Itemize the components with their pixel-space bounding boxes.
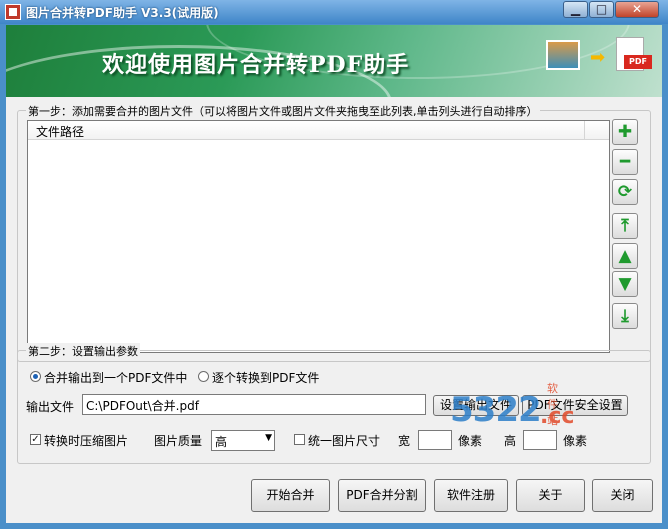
column-divider[interactable] (584, 121, 585, 139)
move-up-button[interactable]: ▲ (612, 243, 638, 269)
step1-title: 第一步：添加需要合并的图片文件（可以将图片文件或图片文件夹拖曳至此列表,单击列头… (26, 103, 540, 119)
quality-label: 图片质量 (154, 434, 203, 448)
each-radio[interactable] (198, 371, 209, 382)
height-label: 高 (504, 434, 517, 448)
watermark-site: 软件站 (547, 382, 558, 427)
title-bar[interactable]: 图片合并转PDF助手 V3.3(试用版) ▁ □ ✕ (0, 0, 668, 24)
chevron-down-icon: ▼ (265, 433, 272, 443)
width-input[interactable] (418, 430, 452, 450)
arrow-top-icon: ⤒ (621, 216, 629, 236)
minimize-button[interactable]: ▁ (563, 1, 588, 18)
add-button[interactable]: ✚ (612, 119, 638, 145)
move-down-button[interactable]: ▼ (612, 271, 638, 297)
move-top-button[interactable]: ⤒ (612, 213, 638, 239)
list-header[interactable]: 文件路径 (28, 121, 609, 140)
clear-button[interactable]: ⟳ (612, 179, 638, 205)
pdf-icon: PDF (612, 37, 652, 77)
watermark-number: 5322 (450, 390, 542, 430)
close-button[interactable]: 关闭 (592, 479, 653, 512)
quality-value: 高 (215, 435, 228, 449)
compress-checkbox[interactable]: ✓ (30, 434, 41, 445)
pdf-tag: PDF (624, 55, 652, 69)
maximize-button[interactable]: □ (589, 1, 614, 18)
output-file-input[interactable]: C:\PDFOut\合并.pdf (82, 394, 426, 415)
uniform-size-checkbox[interactable] (294, 434, 305, 445)
width-label: 宽 (398, 434, 411, 448)
uniform-size-label[interactable]: 统一图片尺寸 (308, 432, 380, 449)
refresh-icon: ⟳ (617, 182, 633, 202)
arrow-down-icon: ▼ (618, 274, 632, 294)
width-unit: 像素 (458, 434, 483, 448)
close-window-button[interactable]: ✕ (615, 1, 659, 18)
banner: 欢迎使用图片合并转PDF助手 ➡ PDF (6, 25, 662, 97)
move-bottom-button[interactable]: ⤓ (612, 303, 638, 329)
arrow-up-icon: ▲ (618, 246, 632, 266)
register-button[interactable]: 软件注册 (434, 479, 508, 512)
each-radio-label[interactable]: 逐个转换到PDF文件 (212, 369, 319, 386)
remove-button[interactable]: ━ (612, 149, 638, 175)
client-area: 欢迎使用图片合并转PDF助手 ➡ PDF 第一步：添加需要合并的图片文件（可以将… (6, 25, 662, 523)
about-button[interactable]: 关于 (516, 479, 585, 512)
merge-radio-label[interactable]: 合并输出到一个PDF文件中 (44, 369, 187, 386)
image-icon (546, 40, 580, 70)
height-unit: 像素 (563, 434, 588, 448)
output-file-label: 输出文件 (26, 400, 75, 414)
merge-radio[interactable] (30, 371, 41, 382)
plus-icon: ✚ (617, 122, 633, 142)
arrow-right-icon: ➡ (590, 47, 606, 68)
file-list[interactable]: 文件路径 (27, 120, 610, 353)
app-icon (5, 4, 21, 20)
compress-label[interactable]: 转换时压缩图片 (44, 432, 128, 449)
height-input[interactable] (523, 430, 557, 450)
banner-text: 欢迎使用图片合并转PDF助手 (102, 52, 410, 78)
window-title: 图片合并转PDF助手 V3.3(试用版) (26, 6, 219, 20)
pdf-split-button[interactable]: PDF合并分割 (338, 479, 426, 512)
app-window: 图片合并转PDF助手 V3.3(试用版) ▁ □ ✕ 欢迎使用图片合并转PDF助… (0, 0, 668, 529)
step2-title: 第二步：设置输出参数 (26, 343, 140, 359)
minus-icon: ━ (619, 152, 631, 172)
quality-select[interactable]: 高 ▼ (211, 430, 275, 451)
start-merge-button[interactable]: 开始合并 (251, 479, 330, 512)
arrow-bottom-icon: ⤓ (621, 306, 629, 326)
column-header-filepath[interactable]: 文件路径 (36, 123, 84, 140)
